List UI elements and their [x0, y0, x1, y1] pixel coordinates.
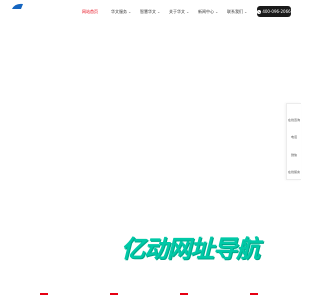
nav-item-label: 网站首页 — [82, 9, 98, 14]
chevron-down-icon: ⌄ — [244, 9, 248, 14]
side-item-online-consult[interactable]: 在线咨询 — [287, 118, 301, 122]
red-accent-mark — [110, 293, 118, 295]
nav-item-smart[interactable]: 智慧华文 ⌄ — [140, 8, 160, 16]
nav-item-news[interactable]: 新闻中心 ⌄ — [198, 8, 218, 16]
main-nav: 网站首页 华文服务 ⌄ 智慧华文 ⌄ 关于华文 ⌄ 新闻中心 ⌄ 联系我们 ⌄ — [0, 0, 300, 24]
nav-item-label: 联系我们 — [227, 9, 243, 14]
side-contact-panel: 在线咨询 电话 微信 在线留言 — [286, 103, 301, 180]
nav-item-home[interactable]: 网站首页 — [82, 8, 98, 16]
nav-item-services[interactable]: 华文服务 ⌄ — [111, 8, 131, 16]
nav-item-label: 关于华文 — [169, 9, 185, 14]
phone-button[interactable]: 400-096-2066 — [257, 6, 291, 17]
red-accent-mark — [180, 293, 188, 295]
side-item-phone[interactable]: 电话 — [287, 135, 301, 139]
nav-item-about[interactable]: 关于华文 ⌄ — [169, 8, 189, 16]
watermark-logo: 亿动网址导航 — [121, 235, 260, 263]
phone-number: 400-096-2066 — [262, 9, 291, 14]
red-accent-mark — [250, 293, 258, 295]
nav-item-contact[interactable]: 联系我们 ⌄ — [227, 8, 247, 16]
chevron-down-icon: ⌄ — [215, 9, 219, 14]
nav-item-label: 智慧华文 — [140, 9, 156, 14]
chevron-down-icon: ⌄ — [186, 9, 190, 14]
header: 网站首页 华文服务 ⌄ 智慧华文 ⌄ 关于华文 ⌄ 新闻中心 ⌄ 联系我们 ⌄ … — [0, 0, 300, 24]
chevron-down-icon: ⌄ — [157, 9, 161, 14]
nav-item-label: 华文服务 — [111, 9, 127, 14]
side-item-wechat[interactable]: 微信 — [287, 153, 301, 157]
red-accent-mark — [40, 293, 48, 295]
chevron-down-icon: ⌄ — [128, 9, 132, 14]
nav-item-label: 新闻中心 — [198, 9, 214, 14]
side-item-message[interactable]: 在线留言 — [287, 170, 301, 174]
phone-icon — [257, 9, 262, 14]
